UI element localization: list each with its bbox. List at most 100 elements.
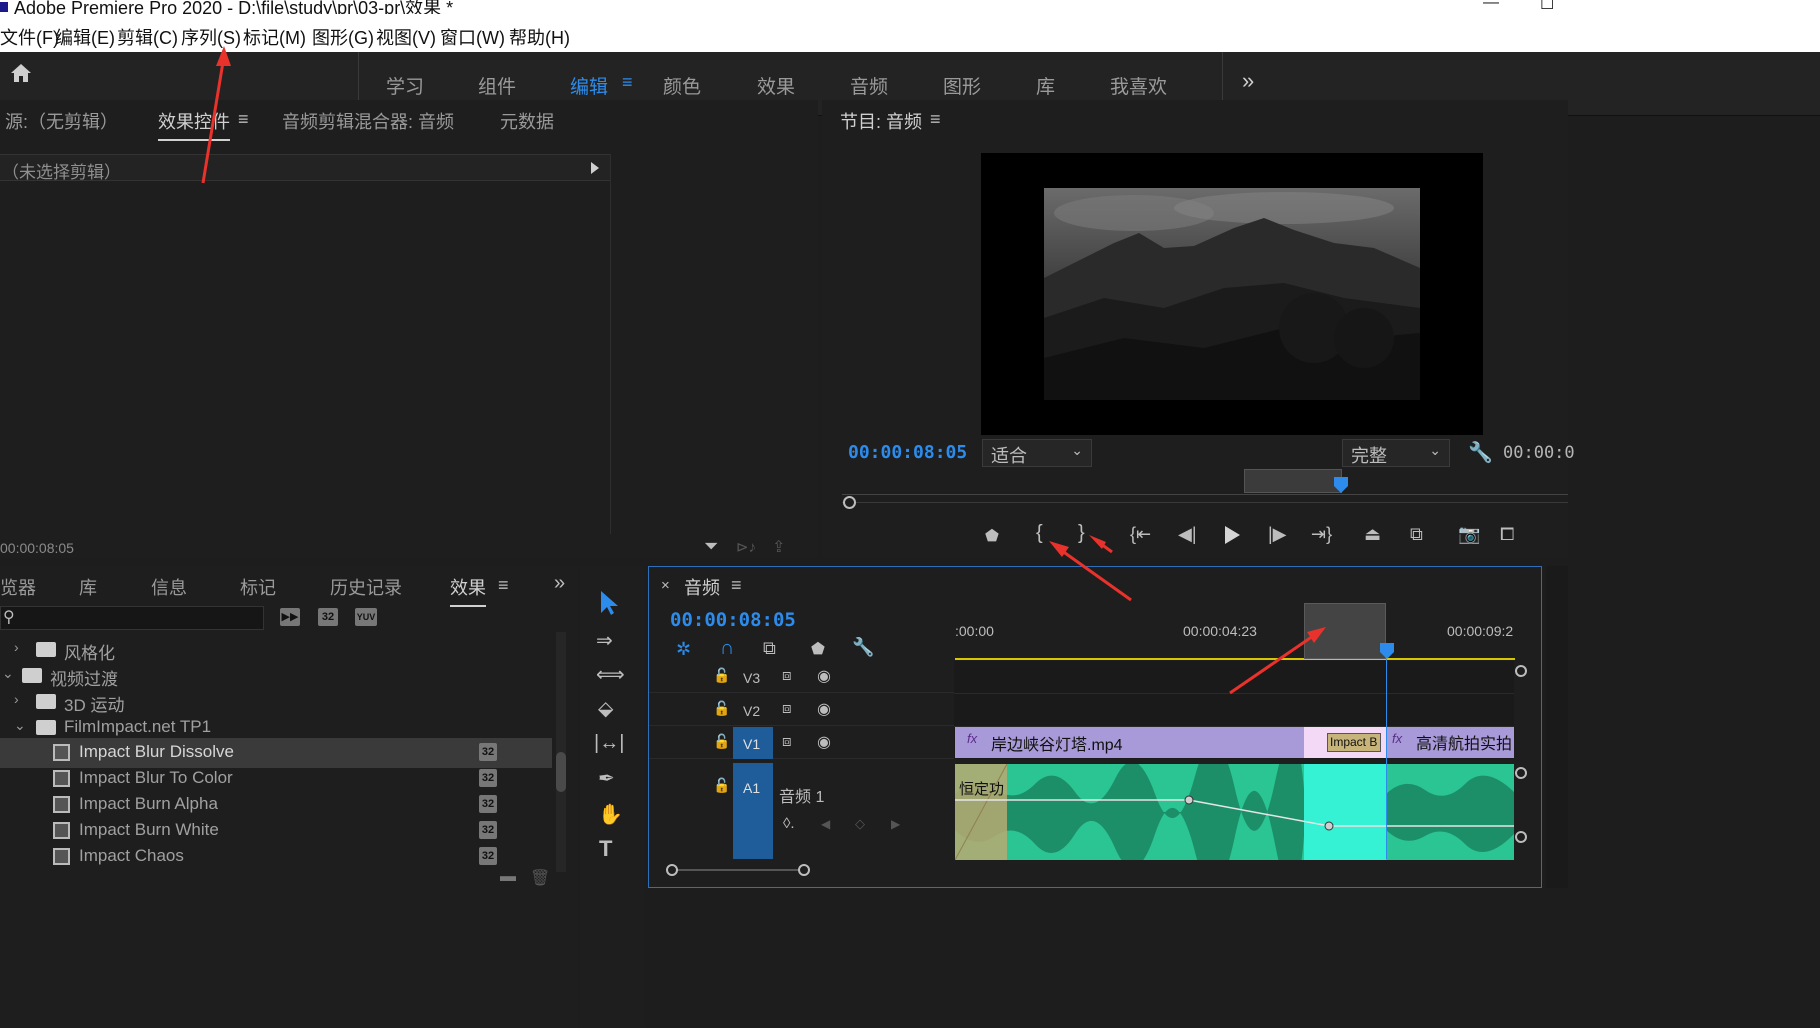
transition-impact-blur[interactable]: Impact B (1327, 733, 1381, 752)
sequence-tab[interactable]: 音频 (684, 574, 720, 600)
menu-graphics[interactable]: 图形(G) (312, 24, 374, 50)
eye-icon[interactable]: ◉ (817, 732, 831, 752)
menu-window[interactable]: 窗口(W) (440, 24, 505, 50)
home-icon[interactable] (8, 60, 34, 86)
wrench-icon[interactable]: 🔧 (1468, 440, 1493, 465)
lock-icon[interactable]: 🔓 (713, 667, 730, 684)
minimize-button[interactable]: — (1483, 0, 1499, 12)
snap-magnet-icon[interactable]: ∩ (720, 637, 734, 660)
step-forward-icon[interactable]: |▶ (1268, 524, 1287, 545)
pen-tool-icon[interactable]: ✒ (598, 766, 615, 791)
selection-tool-icon[interactable] (598, 590, 620, 616)
razor-tool-icon[interactable]: ⬙ (598, 696, 613, 721)
workspace-tab-effects[interactable]: 效果 (757, 72, 795, 99)
tab-effects[interactable]: 效果 (450, 574, 486, 607)
tab-effect-controls[interactable]: 效果控件 (158, 108, 230, 141)
program-ruler[interactable] (842, 480, 1568, 498)
clip-v1-b[interactable]: fx 高清航拍实拍 (1386, 727, 1514, 758)
mark-out-icon[interactable]: } (1078, 522, 1085, 545)
tab-source[interactable]: 源:（无剪辑） (5, 108, 118, 134)
workspace-tab-favorites[interactable]: 我喜欢 (1110, 72, 1167, 99)
next-keyframe-icon[interactable]: ▶ (891, 817, 900, 831)
compare-view-icon[interactable]: ⧠ (1500, 524, 1514, 545)
workspace-menu-icon[interactable]: ≡ (622, 72, 633, 93)
workspace-overflow-icon[interactable]: » (1242, 68, 1254, 94)
effects-menu-icon[interactable]: ≡ (498, 575, 509, 596)
menu-edit[interactable]: 编辑(E) (55, 24, 115, 50)
menu-sequence[interactable]: 序列(S) (181, 24, 241, 50)
nest-icon[interactable]: ✲ (676, 639, 691, 660)
maximize-button[interactable]: ☐ (1540, 0, 1554, 14)
play-triangle-icon[interactable] (590, 162, 600, 174)
new-folder-icon[interactable]: ▬ (500, 868, 516, 886)
track-header-a1[interactable]: 🔓 A1 音频 1 ◊. ◀ ◇ ▶ (649, 763, 954, 859)
audio-zoom-handle[interactable] (1515, 767, 1527, 779)
tab-media-browser[interactable]: 览器 (0, 574, 36, 600)
playhead-icon[interactable] (1334, 477, 1348, 493)
go-to-in-icon[interactable]: {⇤ (1130, 524, 1151, 545)
trash-icon[interactable]: 🗑 (530, 868, 550, 888)
close-sequence-icon[interactable]: × (661, 577, 670, 594)
work-area-bar[interactable] (1244, 469, 1342, 493)
track-header-v3[interactable]: 🔓 V3 ⧈ ◉ (649, 661, 954, 693)
track-header-v2[interactable]: 🔓 V2 ⧈ ◉ (649, 694, 954, 726)
tab-audio-clip-mixer[interactable]: 音频剪辑混合器: 音频 (282, 108, 454, 134)
mark-in-icon[interactable]: { (1036, 522, 1043, 545)
yuv-filter-icon[interactable]: YUV (355, 608, 377, 626)
menu-marker[interactable]: 标记(M) (243, 24, 306, 50)
fit-dropdown[interactable]: 适合 ⌄ (982, 439, 1092, 467)
toggle-sync-icon[interactable]: ⧈ (782, 733, 792, 750)
add-marker-icon[interactable]: ⬟ (811, 639, 825, 659)
track-select-tool-icon[interactable]: ⇒ (596, 628, 613, 653)
scroll-handle-left[interactable] (666, 864, 678, 876)
workspace-tab-editing[interactable]: 编辑 (570, 72, 608, 99)
timeline-ruler[interactable]: :00:00 00:00:04:23 00:00:09:2 (955, 603, 1515, 660)
eye-icon[interactable]: ◉ (817, 699, 831, 719)
program-menu-icon[interactable]: ≡ (930, 109, 941, 130)
extract-icon[interactable]: ⧉ (1410, 524, 1423, 545)
lift-icon[interactable]: ⏏ (1364, 524, 1381, 545)
vertical-zoom-handle[interactable] (1515, 665, 1527, 677)
audio-zoom-handle-bottom[interactable] (1515, 831, 1527, 843)
scrollbar-thumb[interactable] (556, 752, 566, 792)
track-header-v1[interactable]: 🔓 V1 ⧈ ◉ (649, 727, 954, 759)
effects-scrollbar[interactable] (556, 632, 566, 872)
eye-icon[interactable]: ◉ (817, 666, 831, 686)
lock-icon[interactable]: 🔓 (713, 700, 730, 717)
workspace-tab-audio[interactable]: 音频 (850, 72, 888, 99)
clip-a1-audio[interactable]: 恒定功 (955, 764, 1514, 860)
type-tool-icon[interactable]: T (599, 836, 612, 862)
lock-icon[interactable]: 🔓 (713, 777, 730, 794)
timeline-settings-wrench-icon[interactable]: 🔧 (852, 637, 874, 658)
tab-libraries[interactable]: 库 (79, 574, 97, 600)
tab-metadata[interactable]: 元数据 (500, 108, 554, 134)
linked-selection-icon[interactable]: ⧉ (763, 638, 776, 659)
menu-clip[interactable]: 剪辑(C) (117, 24, 178, 50)
workspace-tab-color[interactable]: 颜色 (663, 72, 701, 99)
timeline-timecode[interactable]: 00:00:08:05 (670, 609, 796, 631)
play-icon[interactable] (1223, 525, 1241, 545)
go-to-out-icon[interactable]: ⇥} (1311, 524, 1332, 545)
quality-dropdown[interactable]: 完整 ⌄ (1342, 439, 1450, 467)
add-keyframe-icon[interactable]: ◇ (855, 816, 865, 832)
effects-search-input[interactable]: ⚲ (0, 606, 264, 630)
zoom-handle[interactable] (843, 496, 856, 509)
menu-file[interactable]: 文件(F) (0, 24, 59, 50)
accelerated-effects-icon[interactable]: ▶▶ (280, 608, 300, 626)
tab-info[interactable]: 信息 (151, 574, 187, 600)
toggle-sync-icon[interactable]: ⧈ (782, 700, 792, 717)
ripple-edit-tool-icon[interactable]: ⟺ (596, 662, 625, 687)
timeline-work-area[interactable] (1304, 603, 1386, 659)
add-marker-icon[interactable]: ⬟ (985, 526, 999, 546)
workspace-tab-assembly[interactable]: 组件 (478, 72, 516, 99)
step-back-icon[interactable]: ◀| (1178, 524, 1197, 545)
prev-keyframe-icon[interactable]: ◀ (821, 817, 830, 831)
timeline-playhead-icon[interactable] (1380, 643, 1394, 659)
panel-menu-icon[interactable]: ≡ (238, 109, 249, 130)
lock-icon[interactable]: 🔓 (713, 733, 730, 750)
workspace-tab-libraries[interactable]: 库 (1036, 72, 1055, 99)
timeline-horizontal-scrollbar[interactable] (667, 869, 807, 871)
program-timecode[interactable]: 00:00:08:05 (848, 442, 967, 463)
menu-view[interactable]: 视图(V) (376, 24, 436, 50)
camera-icon[interactable]: 📷 (1458, 524, 1480, 545)
